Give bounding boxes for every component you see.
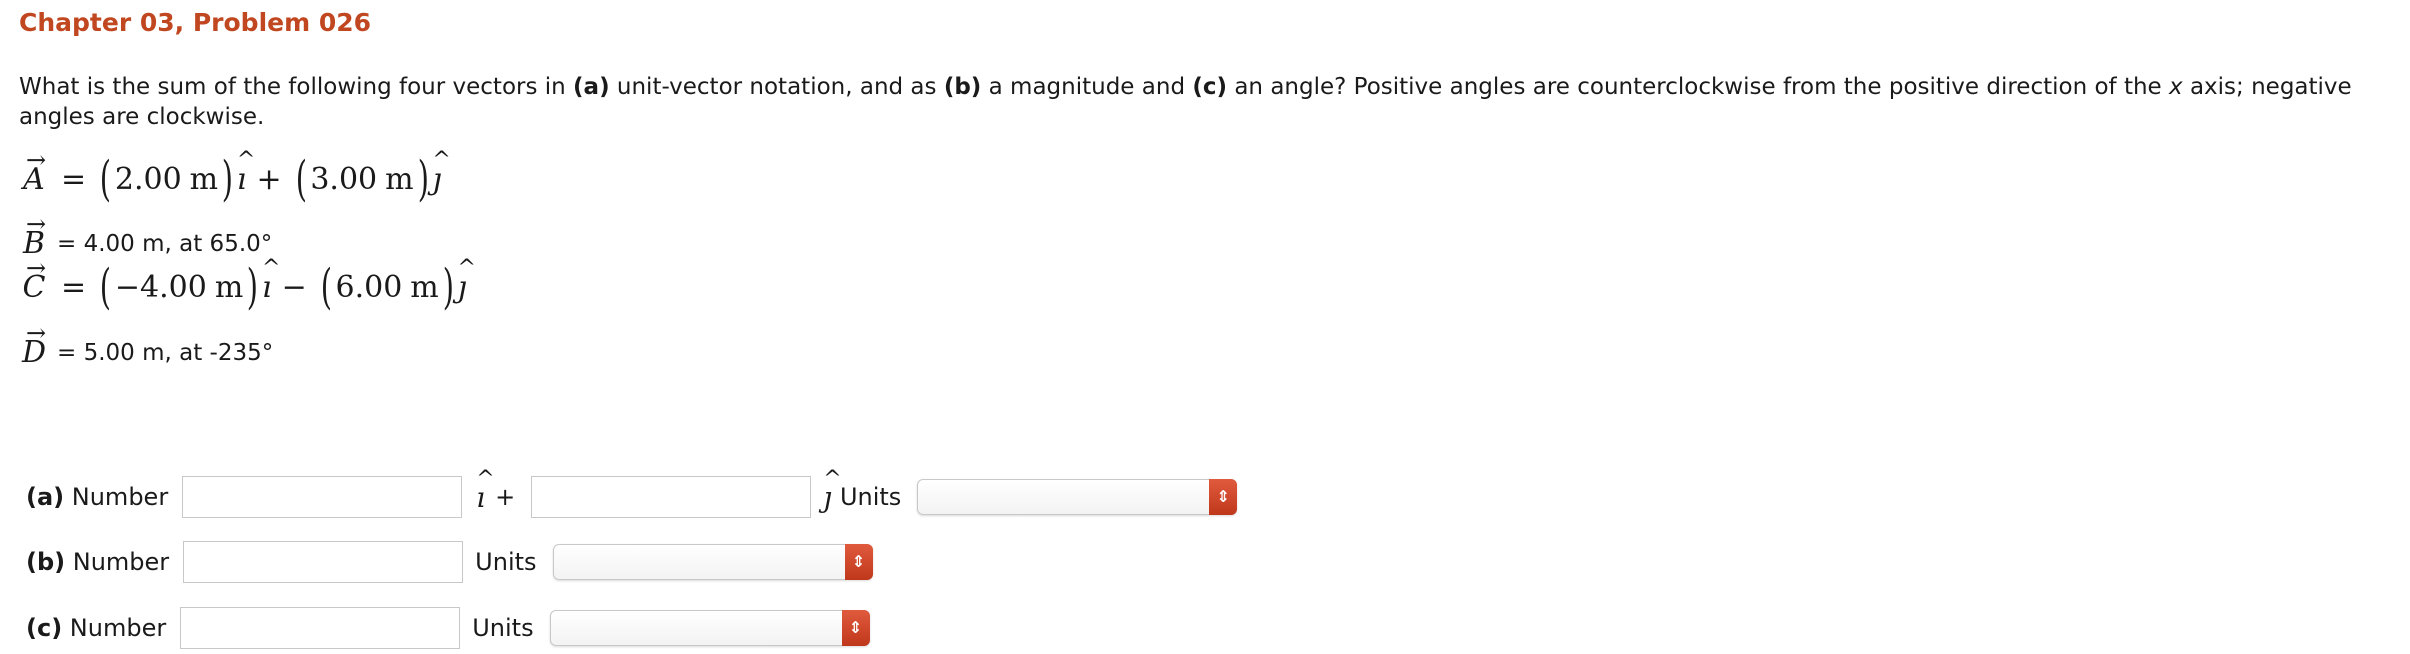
vector-d-line: → D = 5.00 m, at -235° (19, 319, 274, 370)
answer-a-x-input[interactable] (182, 476, 463, 518)
i-hat-symbol: ^ ı (476, 466, 495, 514)
page-title: Chapter 03, Problem 026 (19, 8, 372, 37)
vector-a-symbol: → A (23, 145, 47, 197)
answer-a-units-select[interactable]: ⇕ (917, 479, 1238, 515)
answer-a-label: (a) Number (26, 483, 169, 511)
answer-a-y-input[interactable] (531, 476, 812, 518)
vector-a-y-value: 3.00 (310, 161, 378, 197)
answer-row-b: (b) Number Units ⇕ (26, 541, 873, 583)
vector-a-x-value: 2.00 (114, 161, 182, 197)
answer-c-units-label: Units (472, 614, 534, 642)
answer-c-label: (c) Number (26, 614, 167, 642)
vector-c-line: → C = ( −4.00 m ) ^ ı − ( 6.00 m ) ^ ȷ (19, 253, 476, 312)
j-hat-symbol: ^ ȷ (432, 147, 451, 197)
answer-row-a: (a) Number ^ ı + ^ ȷ Units ⇕ (26, 466, 1238, 518)
chevron-updown-icon[interactable]: ⇕ (1209, 479, 1238, 515)
answer-c-input[interactable] (180, 607, 461, 649)
vector-c-symbol: → C (22, 253, 47, 305)
vector-a-x-unit: m (189, 161, 219, 197)
answer-a-units-label: Units (839, 483, 902, 511)
vector-c-x-unit: m (214, 269, 244, 305)
vector-a-y-unit: m (385, 161, 414, 197)
j-hat-symbol: ^ ȷ (823, 466, 842, 514)
vector-b-line: → B = 4.00 m, at 65.0° (19, 212, 273, 261)
vector-d-text: = 5.00 m, at -235° (57, 339, 274, 366)
i-hat-symbol: ^ ı (262, 255, 281, 305)
vector-c-x-value: −4.00 (114, 269, 207, 305)
answer-b-units-select[interactable]: ⇕ (552, 544, 873, 580)
question-text: What is the sum of the following four ve… (19, 74, 2352, 130)
answer-b-input[interactable] (183, 541, 464, 583)
j-hat-symbol: ^ ȷ (457, 255, 476, 305)
i-hat-symbol: ^ ı (236, 147, 256, 197)
vector-c-y-unit: m (410, 269, 439, 305)
answer-c-units-select[interactable]: ⇕ (549, 610, 870, 646)
problem-page: Chapter 03, Problem 026 What is the sum … (0, 0, 2410, 654)
vector-b-text: = 4.00 m, at 65.0° (57, 230, 273, 257)
answer-b-label: (b) Number (26, 548, 170, 576)
minus-sign: − (281, 269, 307, 305)
vector-a-line: → A = ( 2.00 m ) ^ ı + ( 3.00 m ) ^ ȷ (19, 145, 451, 204)
chevron-updown-icon[interactable]: ⇕ (844, 544, 873, 580)
chevron-updown-icon[interactable]: ⇕ (841, 610, 870, 646)
answer-row-c: (c) Number Units ⇕ (26, 607, 870, 649)
plus-sign: + (256, 161, 282, 197)
answer-b-units-label: Units (475, 548, 537, 576)
equals-sign: = (61, 161, 87, 197)
vector-c-y-value: 6.00 (335, 269, 403, 305)
vector-d-symbol: → D (21, 319, 47, 370)
equals-sign: = (61, 269, 87, 305)
plus-sign: + (495, 483, 516, 511)
